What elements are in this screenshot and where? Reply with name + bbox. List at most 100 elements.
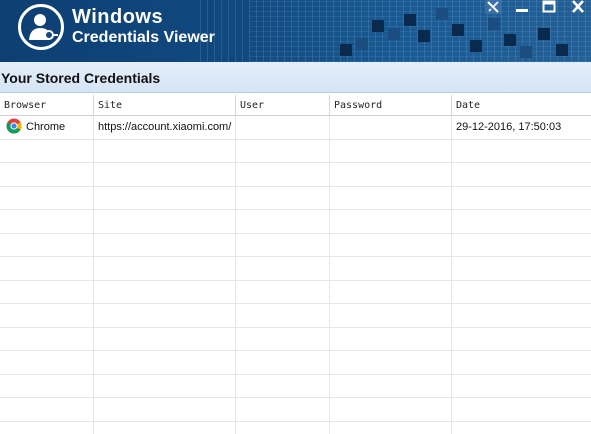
empty-cell — [452, 328, 591, 351]
empty-cell — [236, 163, 330, 186]
empty-cell — [330, 233, 452, 257]
tools-button[interactable] — [485, 0, 501, 14]
empty-cell — [0, 398, 94, 421]
user-key-icon — [29, 14, 58, 40]
empty-cell — [0, 304, 94, 327]
empty-table-row — [0, 374, 591, 398]
empty-cell — [452, 187, 591, 210]
column-header-user[interactable]: User — [236, 95, 330, 116]
column-header-browser[interactable]: Browser — [0, 95, 94, 116]
empty-cell — [0, 139, 94, 163]
maximize-button[interactable] — [541, 0, 557, 14]
empty-cell — [330, 327, 452, 351]
empty-cell — [94, 374, 236, 398]
empty-cell — [452, 234, 591, 257]
empty-cell — [94, 139, 236, 163]
empty-cell — [236, 374, 330, 398]
browser-name: Chrome — [26, 121, 66, 133]
app-header-banner: Windows Credentials Viewer — [0, 0, 591, 62]
empty-cell — [330, 304, 452, 327]
empty-cell — [94, 280, 236, 304]
empty-cell — [236, 304, 330, 327]
empty-cell — [452, 281, 591, 304]
cell-browser: Chrome — [0, 116, 94, 139]
empty-cell — [236, 351, 330, 374]
empty-table-row — [0, 398, 591, 422]
empty-cell — [0, 257, 94, 280]
empty-cell — [94, 210, 236, 233]
empty-cell — [236, 210, 330, 233]
empty-cell — [236, 186, 330, 210]
empty-cell — [236, 139, 330, 163]
empty-cell — [0, 186, 94, 210]
empty-cell — [94, 421, 236, 434]
section-title: Your Stored Credentials — [1, 70, 161, 86]
empty-cell — [0, 351, 94, 374]
empty-cell — [452, 375, 591, 398]
empty-cell — [330, 210, 452, 233]
app-title-line1: Windows — [72, 6, 164, 28]
empty-table-row — [0, 421, 591, 434]
empty-cell — [94, 351, 236, 374]
close-button[interactable] — [570, 0, 586, 14]
close-icon — [572, 0, 584, 13]
empty-cell — [452, 163, 591, 186]
empty-cell — [236, 257, 330, 280]
cell-password — [330, 116, 452, 139]
empty-cell — [452, 422, 591, 434]
empty-table-row — [0, 233, 591, 257]
empty-cell — [0, 163, 94, 186]
app-logo — [18, 4, 64, 50]
column-header-date[interactable]: Date — [452, 95, 591, 116]
empty-cell — [236, 398, 330, 421]
table-header: Browser Site User Password Date — [0, 95, 591, 116]
empty-table-row — [0, 351, 591, 375]
empty-cell — [236, 233, 330, 257]
empty-cell — [330, 257, 452, 280]
cell-site: https://account.xiaomi.com/ — [94, 116, 236, 139]
minimize-button[interactable] — [514, 0, 530, 14]
app-title-line2: Credentials Viewer — [72, 29, 215, 46]
empty-cell — [452, 140, 591, 163]
empty-cell — [452, 304, 591, 327]
empty-cell — [330, 351, 452, 374]
column-header-password[interactable]: Password — [330, 95, 452, 116]
empty-cell — [0, 374, 94, 398]
empty-cell — [94, 327, 236, 351]
empty-table-row — [0, 257, 591, 281]
empty-cell — [452, 257, 591, 280]
empty-table-row — [0, 327, 591, 351]
empty-table-row — [0, 280, 591, 304]
empty-cell — [94, 233, 236, 257]
maximize-icon — [542, 0, 556, 13]
stored-credentials-section-header: Your Stored Credentials — [0, 62, 591, 93]
minimize-icon — [516, 9, 528, 12]
empty-table-row — [0, 210, 591, 234]
empty-table-row — [0, 304, 591, 328]
empty-cell — [94, 257, 236, 280]
empty-cell — [0, 421, 94, 434]
credentials-table[interactable]: Browser Site User Password Date Chrome h… — [0, 95, 591, 434]
empty-cell — [236, 327, 330, 351]
empty-cell — [0, 233, 94, 257]
table-row[interactable]: Chrome https://account.xiaomi.com/ 29-12… — [0, 116, 591, 140]
empty-cell — [330, 139, 452, 163]
empty-cell — [452, 210, 591, 233]
empty-table-row — [0, 139, 591, 163]
empty-cell — [330, 280, 452, 304]
empty-cell — [236, 280, 330, 304]
tools-icon — [487, 1, 499, 13]
empty-cell — [330, 163, 452, 186]
empty-cell — [330, 374, 452, 398]
chrome-icon — [6, 118, 22, 134]
empty-cell — [94, 163, 236, 186]
empty-cell — [236, 421, 330, 434]
empty-cell — [0, 280, 94, 304]
column-header-site[interactable]: Site — [94, 95, 236, 116]
empty-cell — [330, 398, 452, 421]
empty-cell — [94, 304, 236, 327]
empty-cell — [330, 186, 452, 210]
empty-cell — [330, 421, 452, 434]
empty-cell — [452, 351, 591, 374]
empty-cell — [94, 186, 236, 210]
